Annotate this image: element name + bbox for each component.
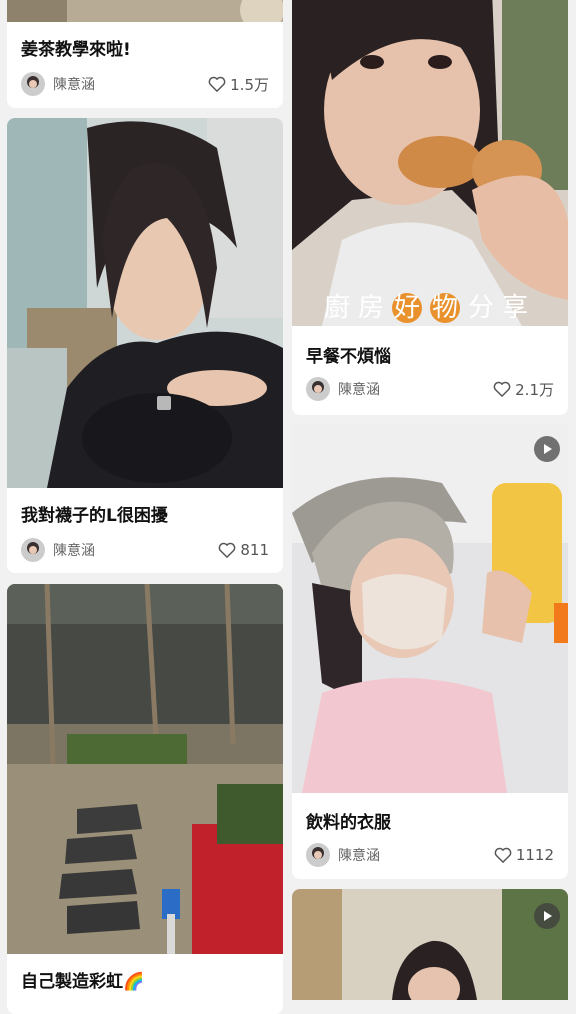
overlay-char: 享 <box>502 293 537 323</box>
overlay-char: 分 <box>468 293 503 323</box>
heart-icon <box>218 542 236 558</box>
like-button[interactable]: 1.5万 <box>208 74 269 95</box>
like-count: 811 <box>240 541 269 559</box>
heart-icon <box>208 76 226 92</box>
overlay-char: 廚 <box>323 293 358 323</box>
post-image[interactable]: 廚房好物分享 <box>292 0 568 326</box>
like-count: 1.5万 <box>230 75 269 94</box>
post-title: 早餐不煩惱 <box>306 347 391 367</box>
post-card[interactable]: 我對襪子的L很困擾 陳意涵 811 <box>7 118 283 573</box>
author-name[interactable]: 陳意涵 <box>338 379 493 399</box>
video-indicator <box>534 436 560 462</box>
play-icon <box>544 911 552 921</box>
post-card[interactable]: 飲料的衣服 陳意涵 1112 <box>292 423 568 879</box>
author-name[interactable]: 陳意涵 <box>53 540 218 560</box>
post-title: 飲料的衣服 <box>306 813 391 833</box>
post-title: 姜茶教學來啦! <box>21 40 131 60</box>
play-icon <box>544 444 552 454</box>
like-button[interactable]: 2.1万 <box>493 379 554 400</box>
avatar[interactable] <box>306 377 330 401</box>
post-meta: 陳意涵 1112 <box>306 842 554 868</box>
post-meta: 陳意涵 2.1万 <box>306 376 554 402</box>
like-count: 1112 <box>515 846 554 864</box>
post-image[interactable] <box>292 889 568 1000</box>
post-meta: 陳意涵 811 <box>21 537 269 563</box>
post-title: 自己製造彩虹🌈 <box>21 972 145 992</box>
heart-icon <box>494 847 512 863</box>
avatar[interactable] <box>306 843 330 867</box>
avatar[interactable] <box>21 72 45 96</box>
author-name[interactable]: 陳意涵 <box>338 845 494 865</box>
like-button[interactable]: 1112 <box>494 846 554 864</box>
post-image[interactable] <box>7 584 283 954</box>
like-count: 2.1万 <box>515 380 554 399</box>
heart-icon <box>493 381 511 397</box>
overlay-char-highlight: 好 <box>392 293 422 323</box>
author-name[interactable]: 陳意涵 <box>53 74 208 94</box>
like-button[interactable]: 811 <box>218 541 269 559</box>
post-image[interactable] <box>7 0 283 22</box>
video-indicator <box>534 903 560 929</box>
overlay-char-highlight: 物 <box>430 293 460 323</box>
avatar[interactable] <box>21 538 45 562</box>
post-title: 我對襪子的L很困擾 <box>21 506 168 526</box>
image-overlay-caption: 廚房好物分享 <box>292 287 568 324</box>
post-card[interactable]: 姜茶教學來啦! 陳意涵 1.5万 <box>7 0 283 108</box>
post-card[interactable]: 廚房好物分享 早餐不煩惱 陳意涵 2.1万 <box>292 0 568 415</box>
post-meta: 陳意涵 1.5万 <box>21 71 269 97</box>
overlay-char: 房 <box>357 293 392 323</box>
post-image[interactable] <box>292 423 568 793</box>
post-card[interactable]: 自己製造彩虹🌈 <box>7 584 283 1014</box>
post-image[interactable] <box>7 118 283 488</box>
post-card[interactable] <box>292 889 568 1000</box>
